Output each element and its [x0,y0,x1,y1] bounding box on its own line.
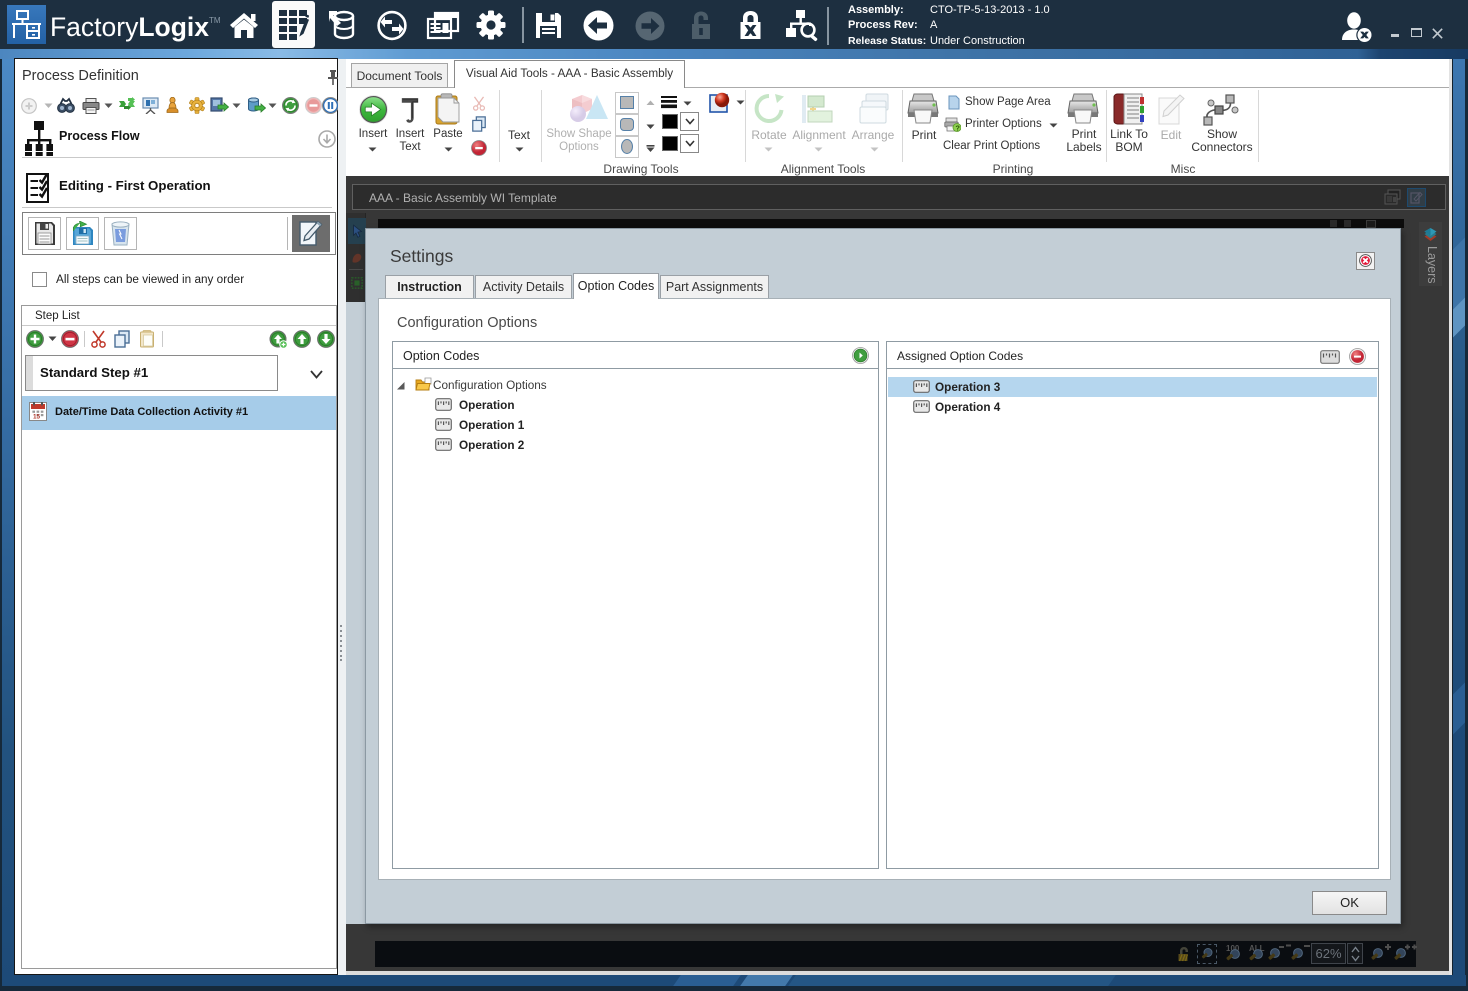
svg-text:15: 15 [33,413,41,420]
svg-text:?: ? [955,123,960,132]
